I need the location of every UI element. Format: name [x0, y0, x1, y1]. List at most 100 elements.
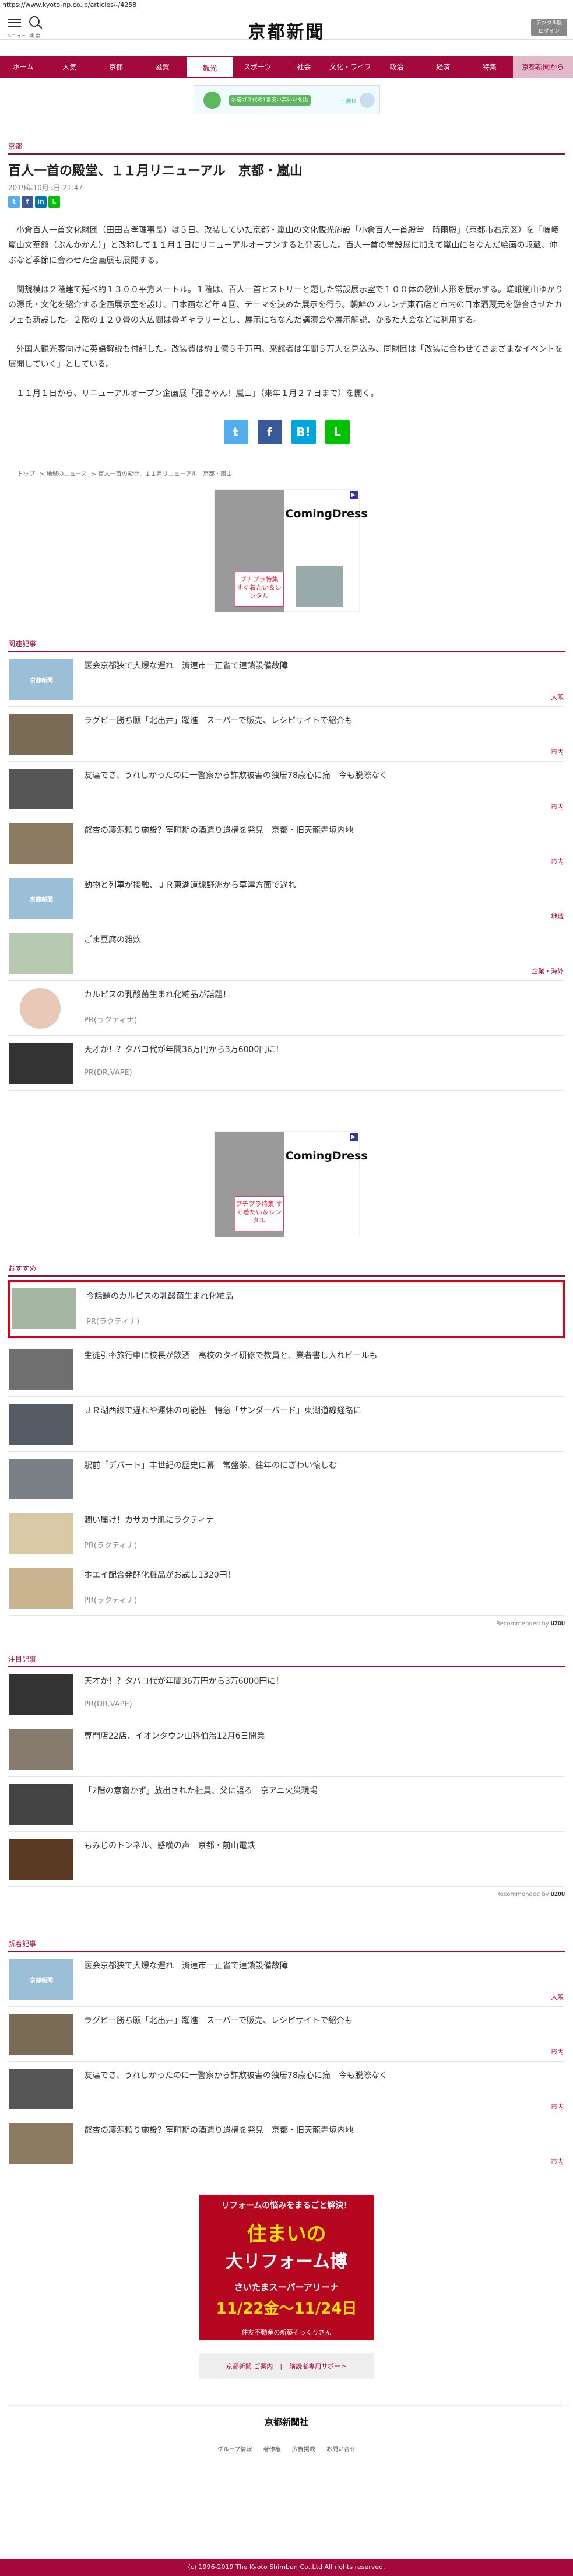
article-section-label[interactable]: 京都	[0, 141, 573, 151]
list-item[interactable]: カルピスの乳酸菌生まれ化粧品が話題！ PR(ラクティナ)	[8, 981, 565, 1036]
breadcrumb-top[interactable]: トップ	[17, 471, 35, 478]
footer-link-copyright[interactable]: 著作権	[263, 2447, 281, 2453]
nav-shiga[interactable]: 滋賀	[139, 56, 186, 78]
nav-features[interactable]: 特集	[466, 56, 513, 78]
item-title[interactable]: 潤い届け！カサカサ肌にラクティナ	[84, 1515, 559, 1526]
ad-choices-icon[interactable]: ▶	[349, 1133, 358, 1141]
recommended-by[interactable]: Recommended by UZOU	[0, 1887, 573, 1898]
facebook-share-icon[interactable]: f	[22, 196, 33, 208]
list-item[interactable]: 友達でき、うれしかったのに一警察から詐欺被害の独居78歳心に痛 今も脱際なく市内	[8, 762, 565, 816]
list-item[interactable]: ラグビー勝ち願「北出井」躍進 スーパーで販売、レシピサイトで紹介も市内	[8, 707, 565, 762]
nav-from-kyoto[interactable]: 京都新聞から	[512, 56, 573, 78]
list-item[interactable]: 京都新聞 動物と列車が接触、ＪＲ東湖道線野洲から草津方面で遅れ 地域	[8, 871, 565, 926]
item-sponsor: PR(ラクティナ)	[86, 1317, 140, 1326]
thumbnail	[9, 933, 73, 974]
ad-comingdress[interactable]: ComingDress プチプラ特集 すぐ着たい＆レンタル ▶	[213, 1131, 368, 1237]
item-tag[interactable]: 地域	[551, 912, 564, 921]
ad-banner[interactable]: 水道ガス代の1番安い高いいを比較 三菱U	[193, 85, 380, 114]
nav-sports[interactable]: スポーツ	[234, 56, 281, 78]
item-title[interactable]: ＪＲ湖西線で遅れや運休の可能性 特急「サンダーバード」東湖道線経路に	[84, 1405, 559, 1417]
item-tag[interactable]: 市内	[551, 2102, 564, 2111]
item-tag[interactable]: 市内	[551, 747, 564, 756]
list-item[interactable]: 駅前「デパート」丰世紀の歴史に幕 常盤茶、往年のにぎわい懐しむ	[8, 1452, 565, 1506]
item-title[interactable]: ごま豆腐の雑炊	[84, 934, 559, 946]
item-tag[interactable]: 企業・海外	[532, 966, 564, 976]
list-item[interactable]: 生徒引率旅行中に校長が飲酒 高校のタイ研修で教員と、業者書し入れビールも	[8, 1342, 565, 1397]
line-share-button[interactable]: L	[325, 420, 350, 444]
list-item[interactable]: ラグビー勝ち願「北出井」躍進 スーパーで販売、レシピサイトで紹介も市内	[8, 2007, 565, 2062]
item-title[interactable]: 生徒引率旅行中に校長が飲酒 高校のタイ研修で教員と、業者書し入れビールも	[84, 1350, 559, 1362]
list-item[interactable]: 友達でき、うれしかったのに一警察から詐欺被害の独居78歳心に痛 今も脱際なく市内	[8, 2062, 565, 2116]
ad-comingdress[interactable]: ComingDress プチプラ特集 すぐ着たい＆レンタル ▶	[213, 489, 368, 612]
item-tag[interactable]: 市内	[551, 2047, 564, 2056]
list-item[interactable]: 「2階の意窗かず」放出された社員、父に語る 京アニ火災現場	[8, 1777, 565, 1832]
item-title[interactable]: ラグビー勝ち願「北出井」躍進 スーパーで販売、レシピサイトで紹介も	[84, 715, 559, 727]
item-tag[interactable]: 大阪	[551, 692, 564, 702]
nav-politics[interactable]: 政治	[374, 56, 420, 78]
item-title[interactable]: 友達でき、うれしかったのに一警察から詐欺被害の独居78歳心に痛 今も脱際なく	[84, 770, 559, 781]
footer-logo[interactable]: 京都新聞社	[0, 2416, 573, 2428]
item-title[interactable]: 「2階の意窗かず」放出された社員、父に語る 京アニ火災現場	[84, 1785, 559, 1797]
ad-photo	[296, 566, 343, 607]
about-kyoto-np-link[interactable]: 京都新聞 ご案内	[226, 2361, 273, 2371]
item-title[interactable]: ラグビー勝ち願「北出井」躍進 スーパーで販売、レシピサイトで紹介も	[84, 2015, 559, 2027]
list-item[interactable]: 潤い届け！カサカサ肌にラクティナ PR(ラクティナ)	[8, 1506, 565, 1561]
item-title[interactable]: 医会京都狭で大爆な遅れ 済連市一正省で連鎖設備故障	[84, 660, 559, 672]
item-title[interactable]: 叡杏の凄源頼り施設？室町期の酒造り遺構を発見 京都・旧天龍寺境内地	[84, 825, 559, 836]
item-title[interactable]: 友達でき、うれしかったのに一警察から詐欺被害の独居78歳心に痛 今も脱際なく	[84, 2070, 559, 2081]
footer-link-group[interactable]: グループ情報	[217, 2447, 252, 2453]
ad-choices-icon[interactable]: ▶	[349, 491, 358, 499]
twitter-share-button[interactable]: t	[223, 420, 248, 444]
attention-list: 天才か！？タバコ代が年間36万円から3万6000円に！ PR(DR.VAPE) 専…	[0, 1667, 573, 1887]
breadcrumb-local[interactable]: 地域のニュース	[47, 471, 87, 478]
item-title[interactable]: 専門店22店、イオンタウン山科伯治12月6日開業	[84, 1730, 559, 1742]
nav-popular[interactable]: 人気	[47, 56, 93, 78]
list-item[interactable]: 天才か！？タバコ代が年間36万円から3万6000円に！ PR(DR.VAPE)	[8, 1036, 565, 1091]
twitter-share-icon[interactable]: t	[8, 196, 20, 208]
item-title[interactable]: ホエイ配合発酵化粧品がお試し1320円！	[84, 1569, 559, 1581]
nav-home[interactable]: ホーム	[0, 56, 47, 78]
list-item[interactable]: 叡杏の凄源頼り施設？室町期の酒造り遺構を発見 京都・旧天龍寺境内地市内	[8, 2116, 565, 2171]
list-item[interactable]: もみじのトンネル、感嘆の声 京都・前山電鉄	[8, 1832, 565, 1887]
item-tag[interactable]: 大阪	[551, 1992, 564, 2002]
url-bar[interactable]: https://www.kyoto-np.co.jp/articles/-/42…	[0, 0, 573, 10]
subscriber-support-link[interactable]: 購読者専用サポート	[289, 2361, 347, 2371]
list-item[interactable]: ホエイ配合発酵化粧品がお試し1320円！ PR(ラクティナ)	[8, 1561, 565, 1616]
nav-economy[interactable]: 経済	[420, 56, 466, 78]
item-title[interactable]: 叡杏の凄源頼り施設？室町期の酒造り遺構を発見 京都・旧天龍寺境内地	[84, 2125, 559, 2136]
item-title[interactable]: 天才か！？タバコ代が年間36万円から3万6000円に！	[84, 1676, 559, 1687]
list-item[interactable]: 専門店22店、イオンタウン山科伯治12月6日開業	[8, 1722, 565, 1777]
ad-text: 水道ガス代の1番安い高いいを比較	[229, 95, 311, 114]
item-tag[interactable]: 市内	[551, 2157, 564, 2166]
nav-culture[interactable]: 文化・ライフ	[327, 56, 374, 78]
nav-tourism[interactable]: 観光	[185, 56, 234, 78]
item-title[interactable]: カルピスの乳酸菌生まれ化粧品が話題！	[84, 989, 559, 1001]
item-title[interactable]: 動物と列車が接触、ＪＲ東湖道線野洲から草津方面で遅れ	[84, 879, 559, 891]
footer-link-ads[interactable]: 広告掲載	[292, 2447, 315, 2453]
linkedin-share-icon[interactable]: in	[35, 196, 47, 208]
digital-login-button[interactable]: デジタル版 ログイン	[531, 19, 567, 36]
list-item[interactable]: 京都新聞 医会京都狭で大爆な遅れ 済連市一正省で連鎖設備故障 大阪	[8, 652, 565, 707]
item-title[interactable]: 駅前「デパート」丰世紀の歴史に幕 常盤茶、往年のにぎわい懐しむ	[84, 1460, 559, 1471]
item-tag[interactable]: 市内	[551, 857, 564, 866]
list-item-highlighted[interactable]: 今話題のカルピスの乳酸菌生まれ化粧品 PR(ラクティナ)	[8, 1280, 565, 1338]
hatena-share-button[interactable]: B!	[291, 420, 316, 444]
list-item[interactable]: 京都新聞 医会京都狭で大爆な遅れ 済連市一正省で連鎖設備故障 大阪	[8, 1952, 565, 2007]
list-item[interactable]: 叡杏の凄源頼り施設？室町期の酒造り遺構を発見 京都・旧天龍寺境内地市内	[8, 816, 565, 871]
facebook-share-button[interactable]: f	[257, 420, 282, 444]
list-item[interactable]: 天才か！？タバコ代が年間36万円から3万6000円に！ PR(DR.VAPE)	[8, 1667, 565, 1722]
recommended-by[interactable]: Recommended by UZOU	[0, 1616, 573, 1627]
nav-kyoto[interactable]: 京都	[93, 56, 139, 78]
item-tag[interactable]: 市内	[551, 802, 564, 811]
ad-reform-expo[interactable]: リフォームの悩みをまるごと解決！ 住まいの 大リフォーム博 さいたまスーパーアリ…	[199, 2195, 374, 2340]
line-share-icon[interactable]: L	[48, 196, 60, 208]
list-item[interactable]: ＪＲ湖西線で遅れや運休の可能性 特急「サンダーバード」東湖道線経路に	[8, 1397, 565, 1452]
site-logo[interactable]: 京都新聞	[0, 17, 573, 43]
list-item[interactable]: ごま豆腐の雑炊企業・海外	[8, 926, 565, 981]
item-title[interactable]: 今話題のカルピスの乳酸菌生まれ化粧品	[86, 1291, 557, 1302]
item-title[interactable]: 医会京都狭で大爆な遅れ 済連市一正省で連鎖設備故障	[84, 1960, 559, 1972]
item-title[interactable]: 天才か！？タバコ代が年間36万円から3万6000円に！	[84, 1044, 559, 1056]
footer-link-contact[interactable]: お問い合せ	[326, 2447, 356, 2453]
nav-society[interactable]: 社会	[281, 56, 328, 78]
item-title[interactable]: もみじのトンネル、感嘆の声 京都・前山電鉄	[84, 1840, 559, 1852]
